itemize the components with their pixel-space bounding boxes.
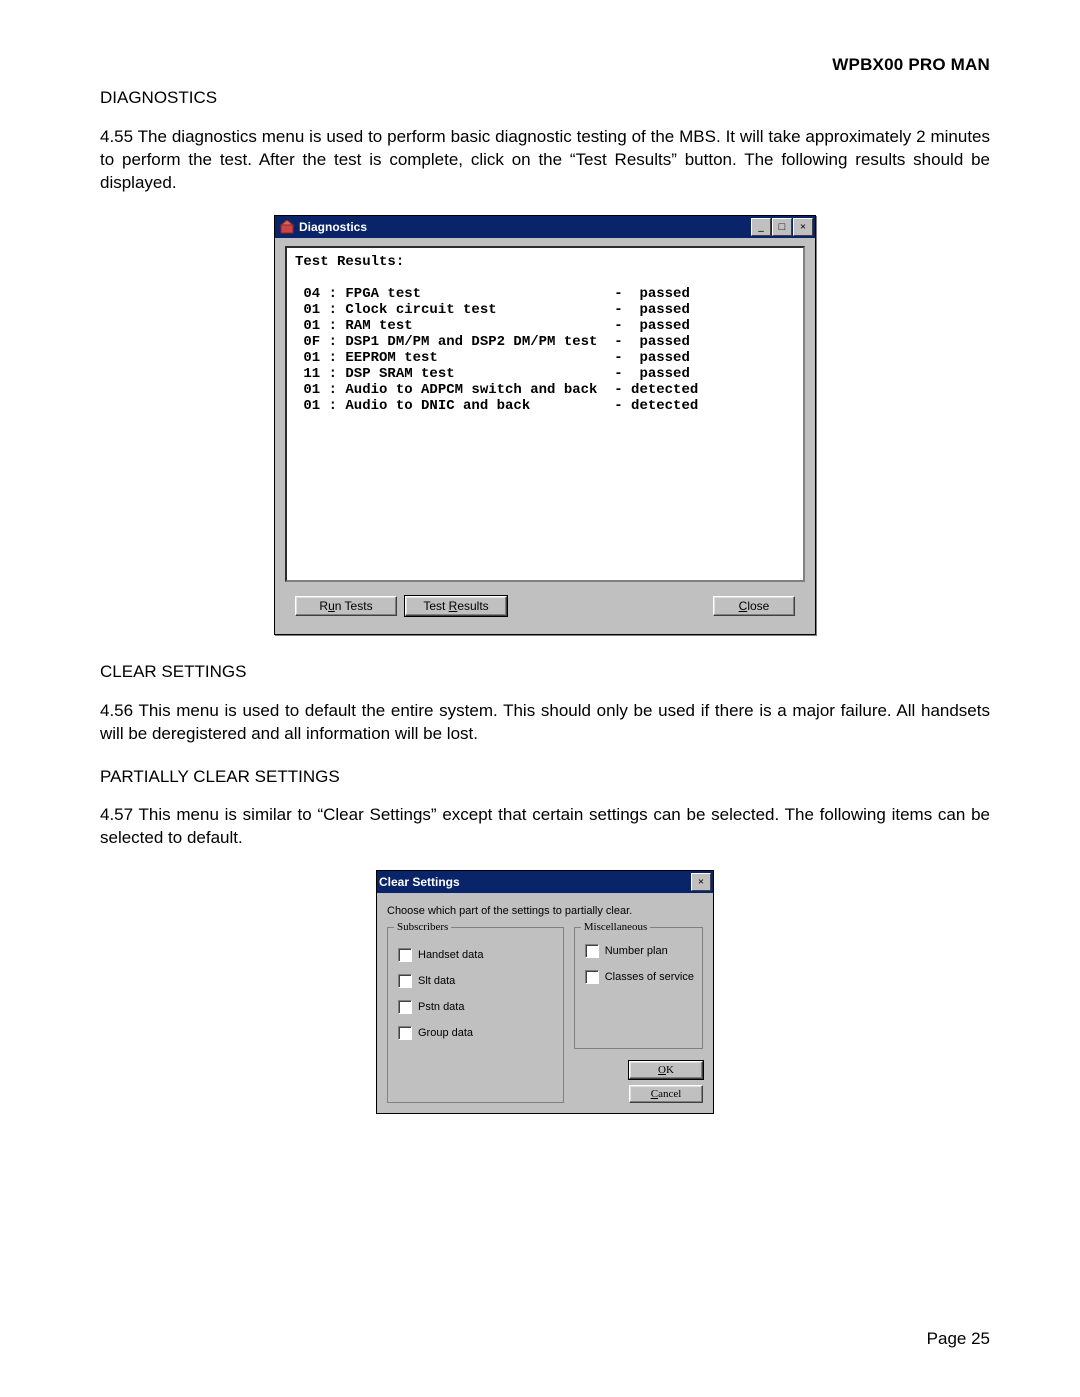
- run-tests-button[interactable]: Run Tests: [295, 596, 397, 616]
- clear-settings-heading: CLEAR SETTINGS: [100, 661, 990, 684]
- diagnostics-paragraph: 4.55 The diagnostics menu is used to per…: [100, 126, 990, 195]
- ok-button[interactable]: OK: [629, 1061, 703, 1079]
- number-plan-checkbox[interactable]: [585, 944, 599, 958]
- miscellaneous-group: Miscellaneous Number plan Classes of ser…: [574, 927, 703, 1049]
- document-page: WPBX00 PRO MAN DIAGNOSTICS 4.55 The diag…: [0, 0, 1080, 1397]
- pstn-data-checkbox[interactable]: [398, 1000, 412, 1014]
- test-results-button[interactable]: Test Results: [405, 596, 507, 616]
- clear-settings-screenshot: Clear Settings × Choose which part of th…: [100, 870, 990, 1114]
- diagnostics-screenshot: Diagnostics _ □ × Test Results: 04 : FPG…: [100, 215, 990, 635]
- slt-data-label: Slt data: [418, 975, 455, 987]
- cancel-button[interactable]: Cancel: [629, 1085, 703, 1103]
- handset-data-checkbox[interactable]: [398, 948, 412, 962]
- partial-clear-heading: PARTIALLY CLEAR SETTINGS: [100, 766, 990, 789]
- test-results-box: Test Results: 04 : FPGA test - passed 01…: [285, 246, 805, 582]
- clear-settings-window: Clear Settings × Choose which part of th…: [376, 870, 714, 1114]
- pstn-data-label: Pstn data: [418, 1001, 464, 1013]
- diagnostics-title: Diagnostics: [299, 220, 367, 234]
- group-data-label: Group data: [418, 1027, 473, 1039]
- clear-settings-title: Clear Settings: [379, 875, 460, 889]
- clear-settings-titlebar: Clear Settings ×: [377, 871, 713, 893]
- subscribers-legend: Subscribers: [394, 921, 451, 933]
- minimize-button[interactable]: _: [751, 218, 771, 236]
- page-number: Page 25: [927, 1328, 990, 1351]
- misc-legend: Miscellaneous: [581, 921, 651, 933]
- clear-settings-paragraph: 4.56 This menu is used to default the en…: [100, 700, 990, 746]
- cs-instruction: Choose which part of the settings to par…: [387, 905, 703, 917]
- subscribers-group: Subscribers Handset data Slt data Pstn d…: [387, 927, 564, 1103]
- cos-checkbox[interactable]: [585, 970, 599, 984]
- diagnostics-window: Diagnostics _ □ × Test Results: 04 : FPG…: [274, 215, 816, 635]
- close-button[interactable]: Close: [713, 596, 795, 616]
- app-icon: [279, 219, 295, 235]
- diagnostics-heading: DIAGNOSTICS: [100, 87, 990, 110]
- cs-close-window-button[interactable]: ×: [691, 873, 711, 891]
- close-window-button[interactable]: ×: [793, 218, 813, 236]
- partial-clear-paragraph: 4.57 This menu is similar to “Clear Sett…: [100, 804, 990, 850]
- slt-data-checkbox[interactable]: [398, 974, 412, 988]
- number-plan-label: Number plan: [605, 945, 668, 957]
- maximize-button[interactable]: □: [772, 218, 792, 236]
- group-data-checkbox[interactable]: [398, 1026, 412, 1040]
- diagnostics-titlebar: Diagnostics _ □ ×: [275, 216, 815, 238]
- cos-label: Classes of service: [605, 971, 694, 983]
- page-header: WPBX00 PRO MAN: [100, 54, 990, 77]
- handset-data-label: Handset data: [418, 949, 483, 961]
